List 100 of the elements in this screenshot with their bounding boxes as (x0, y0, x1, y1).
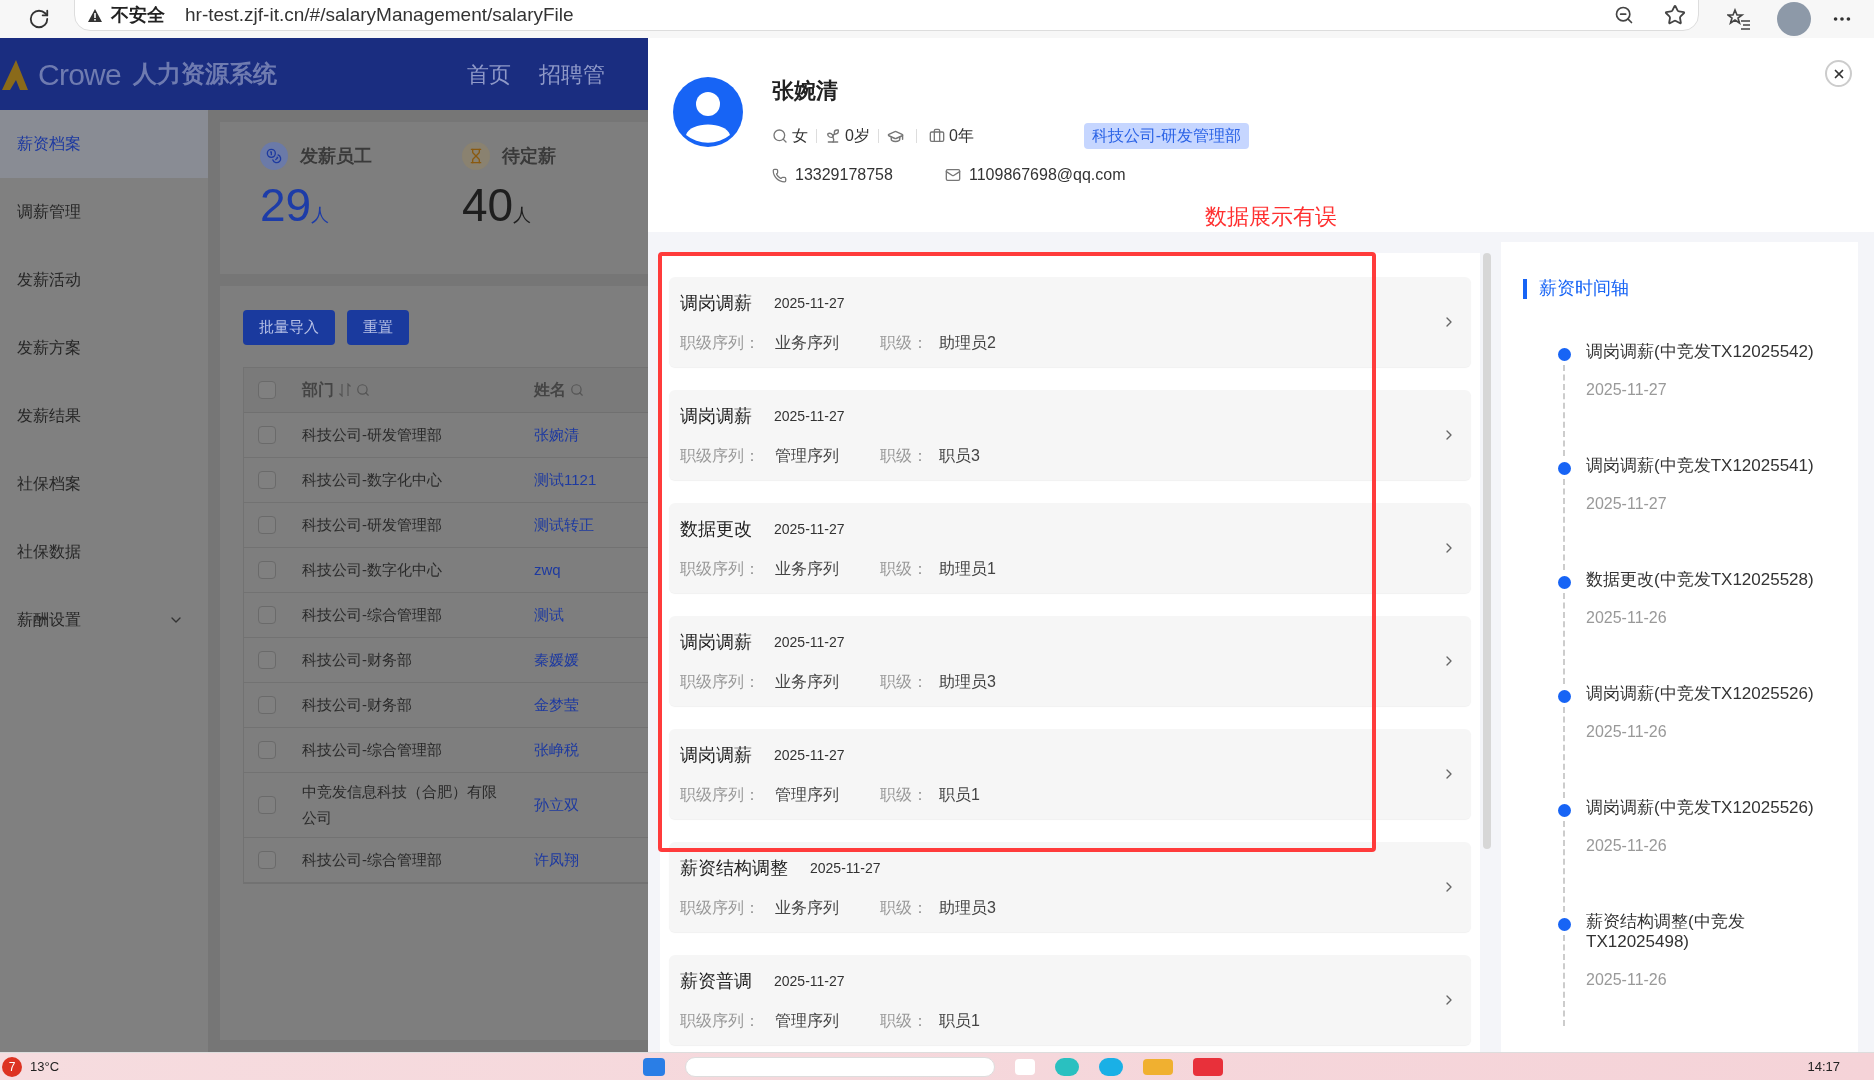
timeline-item-title: 调岗调薪(中竞发TX12025542) (1586, 342, 1815, 362)
grade-value: 职员1 (939, 1010, 980, 1031)
sequence-value: 业务序列 (775, 332, 840, 353)
record-date: 2025-11-27 (810, 858, 881, 878)
field-label: 职级序列： (680, 784, 761, 805)
sidebar-item[interactable]: 发薪结果 (0, 382, 208, 450)
favorites-icon[interactable] (1727, 8, 1751, 30)
record-type: 薪资结构调整 (680, 856, 788, 880)
address-bar[interactable]: 不安全 hr-test.zjf-it.cn/#/salaryManagement/salaryFile (74, 0, 1699, 31)
app-icon[interactable] (1099, 1057, 1124, 1076)
phone-icon (772, 167, 787, 183)
field-label: 职级： (880, 671, 929, 692)
app-icon[interactable] (1193, 1057, 1224, 1076)
table-cell-text: 科技公司-财务部 (301, 650, 413, 670)
sidebar-item[interactable]: 社保数据 (0, 518, 208, 586)
employee-link[interactable]: 秦媛媛 (522, 648, 579, 672)
hourglass-icon (462, 142, 490, 170)
table-cell-text: 科技公司-研发管理部 (301, 515, 443, 535)
timeline-item-date: 2025-11-27 (1586, 380, 1668, 400)
field-label: 职级序列： (680, 1010, 761, 1031)
timeline-item-title: 调岗调薪(中竞发TX12025526) (1586, 684, 1815, 704)
close-button[interactable] (1825, 60, 1852, 87)
app-icon[interactable] (1015, 1058, 1036, 1075)
url-text: hr-test.zjf-it.cn/#/salaryManagement/salaryFile (185, 2, 574, 27)
toolbar-button[interactable]: 批量导入 (243, 310, 335, 345)
table-cell-text: 科技公司-综合管理部 (301, 850, 443, 870)
years-text: 0年 (948, 126, 974, 146)
employee-link[interactable]: zwq (522, 558, 561, 582)
stat-label: 发薪员工 (300, 144, 372, 168)
stat-label: 待定薪 (502, 144, 556, 168)
error-notice: 数据展示有误 (1205, 203, 1337, 231)
timeline-item-date: 2025-11-26 (1586, 970, 1668, 990)
record-type: 数据更改 (680, 517, 752, 541)
browser-icon[interactable] (1055, 1057, 1080, 1076)
record-date: 2025-11-27 (774, 745, 845, 765)
employee-link[interactable]: 测试1121 (522, 468, 597, 492)
record-card[interactable]: 薪资结构调整 2025-11-27 职级序列： 业务序列 职级： 助理员3 (669, 842, 1471, 932)
sidebar-item[interactable]: 发薪活动 (0, 246, 208, 314)
toolbar-button[interactable]: 重置 (347, 310, 409, 345)
record-card[interactable]: 调岗调薪 2025-11-27 职级序列： 管理序列 职级： 职员3 (669, 390, 1471, 480)
employee-link[interactable]: 测试转正 (522, 513, 594, 537)
sidebar-item[interactable]: 薪资档案 (0, 110, 208, 178)
email-text: 1109867698@qq.com (969, 165, 1126, 185)
table-cell-text: 中竞发信息科技（合肥）有限公司 (301, 782, 498, 828)
record-date: 2025-11-27 (774, 293, 845, 313)
sequence-value: 业务序列 (775, 558, 840, 579)
search-bar[interactable] (685, 1056, 996, 1077)
timeline-item-title: 薪资结构调整(中竞发TX12025498) (1586, 912, 1746, 952)
record-date: 2025-11-27 (774, 406, 845, 426)
sidebar-item[interactable]: 薪酬设置 (0, 586, 208, 654)
sprout-icon (825, 128, 841, 144)
grade-value: 职员1 (939, 784, 980, 805)
sidebar-item[interactable]: 发薪方案 (0, 314, 208, 382)
record-type: 调岗调薪 (680, 404, 752, 428)
star-icon[interactable] (1664, 4, 1686, 26)
grade-value: 助理员1 (939, 558, 996, 579)
employee-link[interactable]: 孙立双 (522, 793, 579, 817)
timeline-item-title: 调岗调薪(中竞发TX12025526) (1586, 798, 1815, 818)
nav-link[interactable]: 首页 (466, 57, 511, 91)
stat-value: 40人 (462, 182, 533, 229)
field-label: 职级： (880, 1010, 929, 1031)
profile-avatar[interactable] (1777, 2, 1811, 36)
record-date: 2025-11-27 (774, 519, 845, 539)
search-icon[interactable] (356, 383, 370, 397)
age-text: 0岁 (845, 126, 870, 146)
magnifier-icon (772, 128, 788, 144)
employee-link[interactable]: 张峥税 (522, 738, 579, 762)
table-cell-text: 科技公司-综合管理部 (301, 605, 443, 625)
security-label: 不安全 (111, 3, 165, 27)
record-card[interactable]: 调岗调薪 2025-11-27 职级序列： 管理序列 职级： 职员1 (669, 729, 1471, 819)
employee-name: 张婉清 (772, 77, 839, 105)
reload-icon[interactable] (28, 8, 50, 30)
sequence-value: 业务序列 (775, 671, 840, 692)
field-label: 职级： (880, 445, 929, 466)
search-icon[interactable] (570, 383, 584, 397)
sidebar-item[interactable]: 调薪管理 (0, 178, 208, 246)
employee-link[interactable]: 测试 (522, 603, 564, 627)
nav-link[interactable]: 招聘管 (538, 57, 605, 91)
start-icon[interactable] (643, 1057, 666, 1076)
folder-icon[interactable] (1143, 1058, 1174, 1075)
record-card[interactable]: 调岗调薪 2025-11-27 职级序列： 业务序列 职级： 助理员2 (669, 277, 1471, 367)
record-type: 薪资普调 (680, 969, 752, 993)
warning-icon (87, 7, 103, 23)
employee-link[interactable]: 金梦莹 (522, 693, 579, 717)
department-tag: 科技公司-研发管理部 (1083, 123, 1250, 149)
sequence-value: 管理序列 (775, 445, 840, 466)
weather-text: 13°C (30, 1057, 60, 1076)
field-label: 职级： (880, 332, 929, 353)
employee-link[interactable]: 张婉清 (522, 423, 579, 447)
zoom-out-icon[interactable] (1614, 5, 1634, 25)
record-card[interactable]: 调岗调薪 2025-11-27 职级序列： 业务序列 职级： 助理员3 (669, 616, 1471, 706)
table-cell-text: 科技公司-数字化中心 (301, 560, 443, 580)
record-card[interactable]: 数据更改 2025-11-27 职级序列： 业务序列 职级： 助理员1 (669, 503, 1471, 593)
employee-link[interactable]: 许凤翔 (522, 848, 579, 872)
sidebar-item[interactable]: 社保档案 (0, 450, 208, 518)
sort-icon[interactable] (338, 383, 352, 397)
timeline-item-title: 数据更改(中竞发TX12025528) (1586, 570, 1815, 590)
gender-text: 女 (792, 126, 808, 146)
record-card[interactable]: 薪资普调 2025-11-27 职级序列： 管理序列 职级： 职员1 (669, 955, 1471, 1045)
grade-value: 助理员3 (939, 671, 996, 692)
